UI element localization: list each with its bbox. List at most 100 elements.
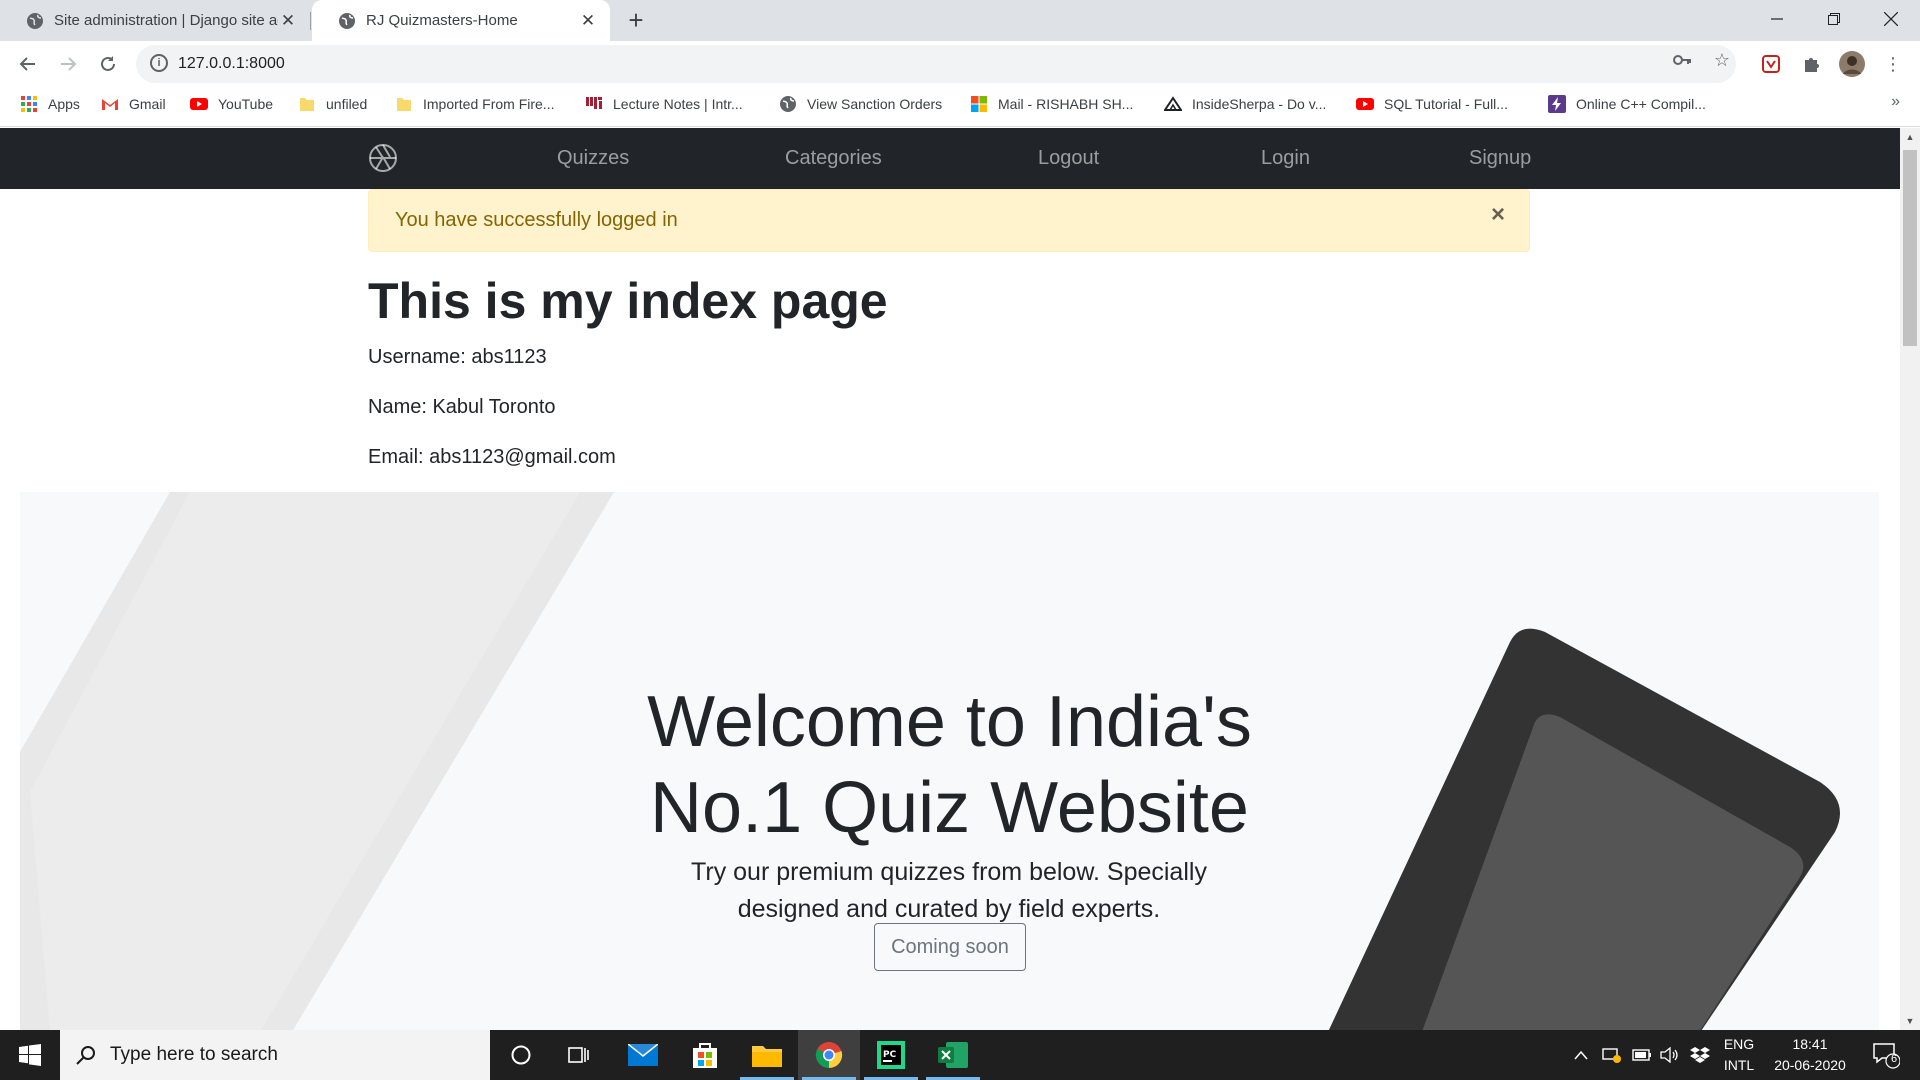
- clock[interactable]: 18:41 20-06-2020: [1766, 1034, 1854, 1076]
- bookmark-sql-tutorial[interactable]: SQL Tutorial - Full...: [1356, 87, 1508, 121]
- battery-icon[interactable]: [1630, 1030, 1654, 1080]
- input-language[interactable]: ENG INTL: [1720, 1034, 1758, 1076]
- volume-icon[interactable]: [1658, 1030, 1682, 1080]
- chrome-app-icon[interactable]: [798, 1030, 860, 1080]
- youtube-icon: [1356, 98, 1374, 110]
- show-hidden-icons-chevron-icon[interactable]: [1570, 1030, 1592, 1080]
- new-tab-button[interactable]: +: [620, 0, 652, 41]
- nav-link-login[interactable]: Login: [1261, 128, 1310, 189]
- clock-date: 20-06-2020: [1774, 1057, 1846, 1073]
- hero-lead-line: designed and curated by field experts.: [737, 895, 1161, 923]
- windows-start-icon[interactable]: [0, 1030, 60, 1080]
- tab-close-icon[interactable]: ✕: [278, 11, 298, 31]
- language-code: ENG: [1723, 1036, 1755, 1052]
- hero-section: Welcome to India's No.1 Quiz Website Try…: [20, 492, 1879, 1030]
- tab-django-admin[interactable]: Site administration | Django site admin …: [0, 0, 310, 41]
- folder-icon: [397, 98, 411, 111]
- close-window-icon[interactable]: [1862, 0, 1920, 38]
- bookmark-label: Lecture Notes | Intr...: [613, 96, 743, 112]
- username-text: Username: abs1123: [368, 346, 547, 368]
- bookmark-label: View Sanction Orders: [807, 96, 943, 112]
- scroll-up-icon[interactable]: ▲: [1900, 128, 1920, 146]
- reload-icon[interactable]: [92, 48, 124, 80]
- nav-link-quizzes[interactable]: Quizzes: [557, 128, 629, 189]
- notification-center-icon[interactable]: 6: [1866, 1030, 1906, 1080]
- bookmark-label: Imported From Fire...: [423, 96, 555, 112]
- bookmark-sanction-orders[interactable]: View Sanction Orders: [779, 87, 942, 121]
- search-icon: [76, 1046, 95, 1065]
- scroll-thumb[interactable]: [1903, 150, 1917, 346]
- scroll-down-icon[interactable]: ▼: [1900, 1012, 1920, 1030]
- bookmark-insidesherpa[interactable]: InsideSherpa - Do v...: [1164, 87, 1326, 121]
- hero-title-line: Welcome to India's: [647, 682, 1252, 762]
- browser-tab-strip: Site administration | Django site admin …: [0, 0, 1920, 41]
- bolt-icon: [1548, 95, 1566, 113]
- taskbar-search-box[interactable]: Type here to search: [60, 1030, 490, 1080]
- site-info-icon[interactable]: i: [150, 54, 168, 72]
- minimize-icon[interactable]: [1748, 0, 1806, 38]
- bookmark-unfiled[interactable]: unfiled: [298, 87, 367, 121]
- avatar[interactable]: [1839, 51, 1865, 77]
- alert-close-button[interactable]: ×: [1491, 190, 1505, 240]
- alert-message: You have successfully logged in: [395, 209, 678, 231]
- cortana-icon[interactable]: [490, 1030, 552, 1080]
- restore-icon[interactable]: [1805, 0, 1863, 38]
- star-icon[interactable]: ☆: [1712, 50, 1732, 70]
- bookmarks-bar: Apps Gmail YouTube unfiled Imported From…: [0, 87, 1920, 127]
- bookmark-mail[interactable]: Mail - RISHABH SH...: [970, 87, 1133, 121]
- nav-link-logout[interactable]: Logout: [1038, 128, 1099, 189]
- globe-icon: [27, 12, 43, 29]
- coming-soon-button[interactable]: Coming soon: [874, 923, 1026, 971]
- hero-lead: Try our premium quizzes from below. Spec…: [649, 854, 1249, 928]
- bookmark-label: YouTube: [218, 96, 274, 112]
- email-text: Email: abs1123@gmail.com: [368, 446, 616, 468]
- store-app-icon[interactable]: [674, 1030, 736, 1080]
- address-bar[interactable]: i 127.0.0.1:8000: [136, 45, 1736, 83]
- bookmark-label: Apps: [48, 96, 80, 112]
- forward-arrow-icon[interactable]: [52, 48, 84, 80]
- bookmark-imported[interactable]: Imported From Fire...: [395, 87, 554, 121]
- url-text[interactable]: 127.0.0.1:8000: [178, 45, 285, 83]
- back-arrow-icon[interactable]: [12, 48, 44, 80]
- file-explorer-icon[interactable]: [736, 1030, 798, 1080]
- notification-count: 6: [1890, 1053, 1898, 1065]
- nav-link-categories[interactable]: Categories: [785, 128, 882, 189]
- windows-taskbar: Type here to search PC ENG INTL 18:41 20…: [0, 1030, 1920, 1080]
- bookmark-gmail[interactable]: Gmail: [101, 87, 166, 121]
- browser-toolbar: i 127.0.0.1:8000 ☆ ⋮: [0, 41, 1920, 87]
- folder-icon: [300, 98, 314, 111]
- globe-icon: [339, 12, 355, 29]
- gmail-icon: [102, 99, 118, 110]
- network-warning-icon[interactable]: [1600, 1030, 1624, 1080]
- bookmarks-overflow-button[interactable]: »: [1891, 93, 1900, 111]
- excel-app-icon[interactable]: [922, 1030, 984, 1080]
- tab-quizmasters-home[interactable]: RJ Quizmasters-Home ✕: [312, 0, 610, 41]
- dropbox-icon[interactable]: [1688, 1030, 1712, 1080]
- bookmark-label: unfiled: [326, 96, 368, 112]
- name-text: Name: Kabul Toronto: [368, 396, 556, 418]
- page-title: This is my index page: [368, 273, 888, 329]
- extension-shield-icon[interactable]: [1758, 51, 1784, 77]
- page-scrollbar[interactable]: ▲ ▼: [1900, 128, 1920, 1030]
- bookmark-label: Online C++ Compil...: [1576, 96, 1706, 112]
- bookmark-label: Mail - RISHABH SH...: [998, 96, 1134, 112]
- insidesherpa-icon: [1164, 96, 1182, 111]
- microsoft-icon: [971, 96, 987, 112]
- nav-link-signup[interactable]: Signup: [1469, 128, 1531, 189]
- language-layout: INTL: [1723, 1057, 1755, 1073]
- key-icon[interactable]: [1672, 50, 1692, 70]
- bookmark-youtube[interactable]: YouTube: [190, 87, 273, 121]
- menu-dots-icon[interactable]: ⋮: [1880, 51, 1906, 77]
- task-view-icon[interactable]: [548, 1030, 610, 1080]
- bookmark-lecture-notes[interactable]: Lecture Notes | Intr...: [585, 87, 743, 121]
- bookmark-apps[interactable]: Apps: [20, 87, 80, 121]
- bookmark-label: Gmail: [129, 96, 166, 112]
- puzzle-icon[interactable]: [1799, 51, 1825, 77]
- mail-app-icon[interactable]: [612, 1030, 674, 1080]
- tab-divider: [310, 12, 311, 30]
- bookmark-cpp-compiler[interactable]: Online C++ Compil...: [1548, 87, 1706, 121]
- tab-close-icon[interactable]: ✕: [578, 11, 598, 31]
- mit-icon: [585, 95, 603, 113]
- pycharm-app-icon[interactable]: PC: [860, 1030, 922, 1080]
- aperture-logo-icon[interactable]: [368, 143, 398, 173]
